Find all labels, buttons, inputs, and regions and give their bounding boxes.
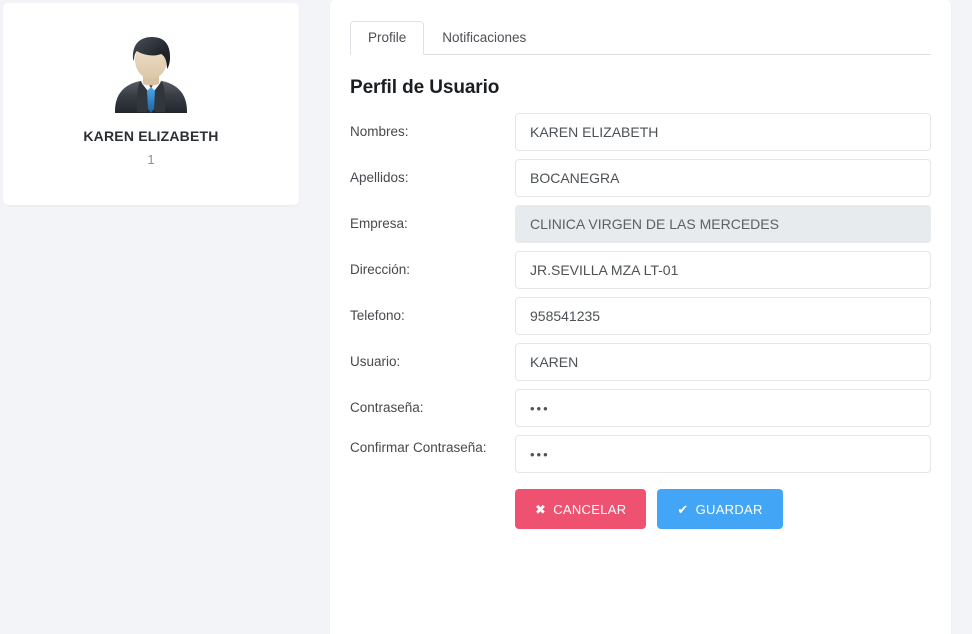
nombres-input[interactable] — [515, 113, 931, 151]
apellidos-input[interactable] — [515, 159, 931, 197]
direccion-input[interactable] — [515, 251, 931, 289]
close-icon: ✖ — [535, 501, 547, 517]
label-contrasena: Contraseña: — [350, 400, 424, 415]
save-button-label: GUARDAR — [695, 501, 763, 517]
profile-content-card: Profile Notificaciones Perfil de Usuario… — [330, 0, 951, 634]
form-actions: ✖ CANCELAR ✔ GUARDAR — [515, 489, 931, 529]
contrasena-input[interactable] — [515, 389, 931, 427]
form-row-telefono: Telefono: — [350, 297, 931, 335]
profile-form: Nombres: Apellidos: Empresa: Dirección: … — [350, 113, 931, 529]
confirmar-contrasena-input[interactable] — [515, 435, 931, 473]
label-nombres: Nombres: — [350, 124, 409, 139]
label-confirmar-contrasena: Confirmar Contraseña: — [350, 440, 487, 455]
tab-notificaciones[interactable]: Notificaciones — [424, 21, 544, 55]
profile-subtitle: 1 — [147, 152, 155, 168]
form-row-usuario: Usuario: — [350, 343, 931, 381]
label-direccion: Dirección: — [350, 262, 411, 277]
form-row-nombres: Nombres: — [350, 113, 931, 151]
label-empresa: Empresa: — [350, 216, 408, 231]
profile-name: KAREN ELIZABETH — [83, 128, 219, 144]
save-button[interactable]: ✔ GUARDAR — [657, 489, 783, 529]
cancel-button-label: CANCELAR — [553, 501, 627, 517]
cancel-button[interactable]: ✖ CANCELAR — [515, 489, 647, 529]
form-row-direccion: Dirección: — [350, 251, 931, 289]
form-row-confirmar-contrasena: Confirmar Contraseña: — [350, 435, 931, 473]
empresa-input — [515, 205, 931, 243]
profile-page: KAREN ELIZABETH 1 Profile Notificaciones… — [0, 0, 972, 634]
label-usuario: Usuario: — [350, 354, 401, 369]
page-title: Perfil de Usuario — [350, 77, 500, 98]
tab-profile[interactable]: Profile — [350, 21, 425, 55]
tab-bar: Profile Notificaciones — [350, 21, 931, 55]
label-apellidos: Apellidos: — [350, 170, 409, 185]
check-icon: ✔ — [677, 501, 689, 517]
businessman-avatar-icon — [109, 31, 193, 115]
form-row-apellidos: Apellidos: — [350, 159, 931, 197]
user-profile-card: KAREN ELIZABETH 1 — [3, 3, 299, 205]
label-telefono: Telefono: — [350, 308, 405, 323]
telefono-input[interactable] — [515, 297, 931, 335]
usuario-input[interactable] — [515, 343, 931, 381]
form-row-contrasena: Contraseña: — [350, 389, 931, 427]
form-row-empresa: Empresa: — [350, 205, 931, 243]
